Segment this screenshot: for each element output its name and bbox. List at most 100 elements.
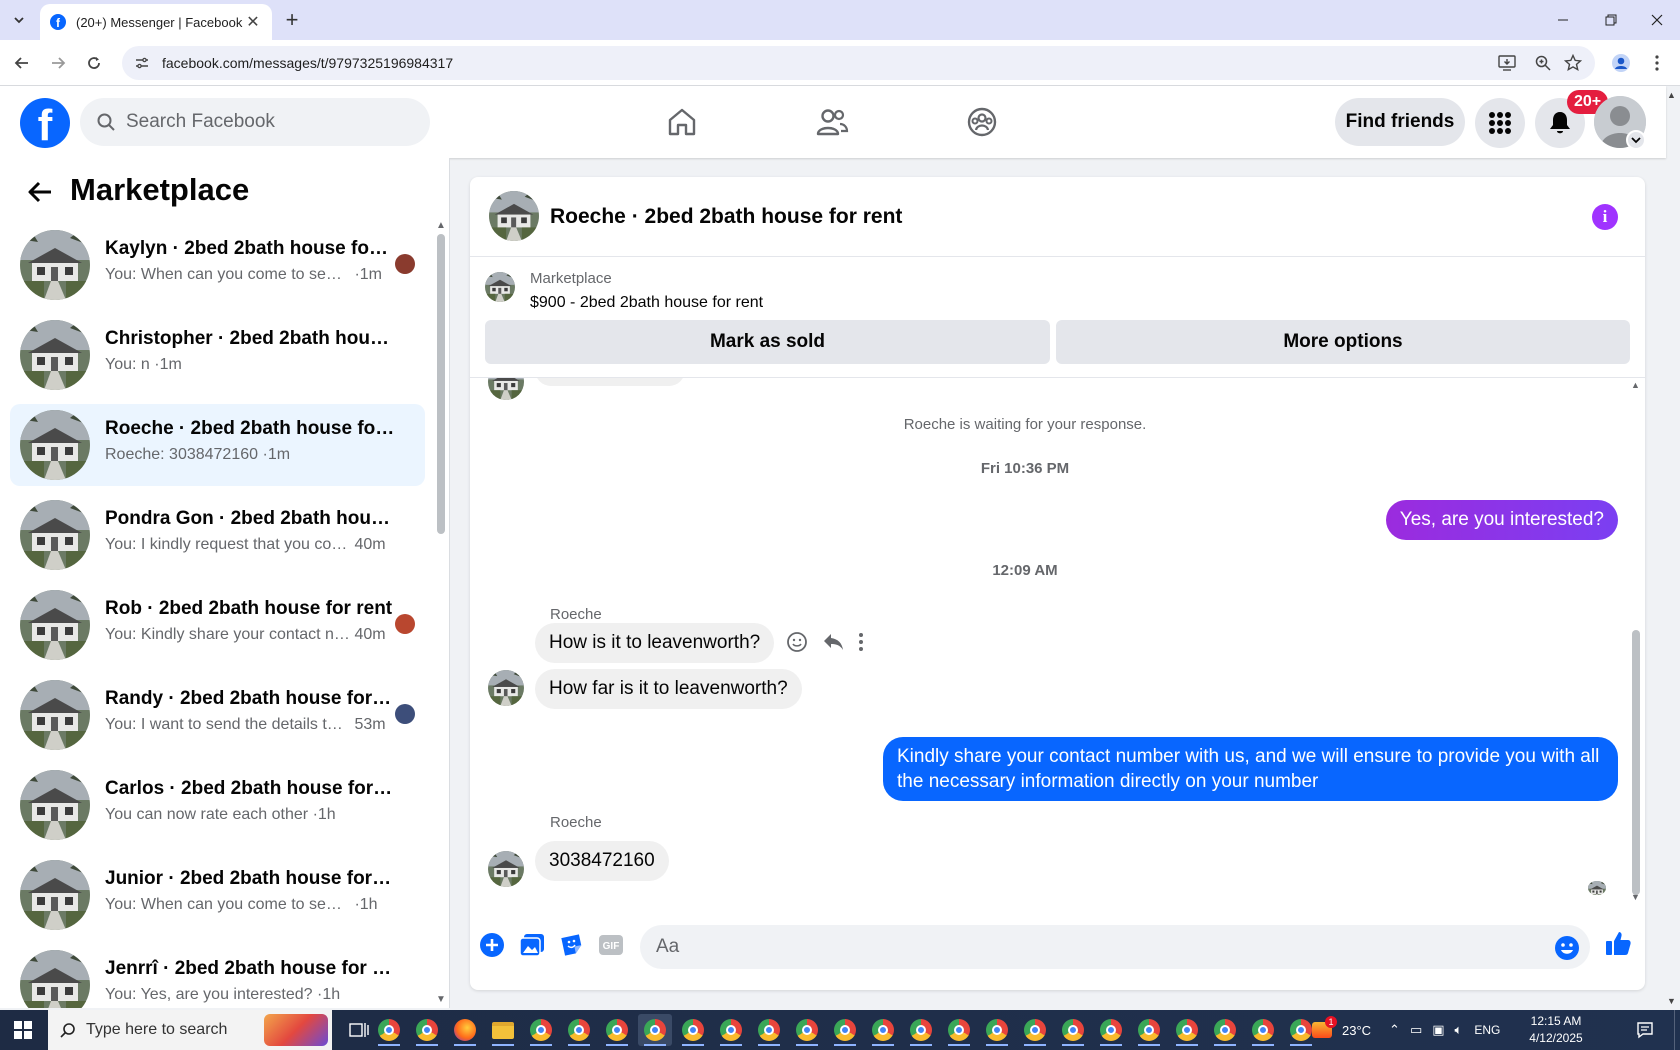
- gif-icon[interactable]: GIF: [597, 931, 625, 959]
- chrome-taskbar-icon[interactable]: [1056, 1014, 1090, 1046]
- temperature[interactable]: 23°C: [1342, 1023, 1371, 1038]
- chrome-taskbar-icon[interactable]: [1246, 1014, 1280, 1046]
- chrome-taskbar-icon[interactable]: [410, 1014, 444, 1046]
- browser-menu-button[interactable]: [1645, 51, 1669, 75]
- chrome-taskbar-icon[interactable]: [600, 1014, 634, 1046]
- restore-button[interactable]: [1588, 6, 1634, 34]
- clock[interactable]: 12:15 AM 4/12/2025: [1516, 1013, 1596, 1047]
- chrome-taskbar-icon[interactable]: [752, 1014, 786, 1046]
- conversation-item-pondra[interactable]: Pondra Gon · 2bed 2bath house for rent Y…: [10, 494, 425, 576]
- emoji-icon[interactable]: [1554, 935, 1580, 961]
- meet-icon[interactable]: ▭: [1410, 1022, 1422, 1038]
- chrome-taskbar-icon[interactable]: [1018, 1014, 1052, 1046]
- more-options-button[interactable]: More options: [1056, 320, 1630, 364]
- page-scroll-up[interactable]: ▲: [1667, 90, 1676, 100]
- friends-nav-button[interactable]: [810, 100, 854, 144]
- tab-search-button[interactable]: [6, 8, 32, 32]
- message-input-box[interactable]: [640, 925, 1590, 969]
- show-desktop-button[interactable]: [1674, 1010, 1680, 1050]
- sticker-icon[interactable]: [558, 931, 586, 959]
- firefox-taskbar-icon[interactable]: [448, 1014, 482, 1046]
- sidebar-scrollbar-thumb[interactable]: [437, 234, 445, 534]
- chrome-taskbar-icon[interactable]: [942, 1014, 976, 1046]
- incoming-message[interactable]: How is it to leavenworth?: [535, 623, 775, 663]
- info-icon[interactable]: i: [1592, 204, 1618, 230]
- language-indicator[interactable]: ENG: [1474, 1023, 1500, 1037]
- conversation-item-kaylyn[interactable]: Kaylyn · 2bed 2bath house for rent You: …: [10, 224, 425, 306]
- chrome-taskbar-icon[interactable]: [714, 1014, 748, 1046]
- volume-icon[interactable]: 🔈︎: [1455, 1022, 1463, 1038]
- mark-as-sold-button[interactable]: Mark as sold: [485, 320, 1050, 364]
- outgoing-message[interactable]: Kindly share your contact number with us…: [883, 737, 1618, 801]
- scroll-up-arrow[interactable]: ▲: [436, 220, 446, 231]
- groups-nav-button[interactable]: [960, 100, 1004, 144]
- chrome-taskbar-icon[interactable]: [980, 1014, 1014, 1046]
- facebook-logo-icon[interactable]: f: [20, 98, 70, 148]
- taskbar-search[interactable]: [48, 1010, 332, 1050]
- reload-button[interactable]: [82, 51, 106, 75]
- thread-scroll-down[interactable]: ▼: [1631, 892, 1640, 902]
- minimize-button[interactable]: [1540, 6, 1586, 34]
- thread-scrollbar-thumb[interactable]: [1632, 630, 1640, 895]
- marketplace-listing-thumbnail[interactable]: [485, 272, 515, 302]
- chrome-taskbar-icon[interactable]: [524, 1014, 558, 1046]
- incoming-message[interactable]: 3038472160: [535, 841, 669, 881]
- facebook-search[interactable]: [80, 98, 430, 146]
- more-actions-plus-icon[interactable]: [478, 931, 506, 959]
- message-input[interactable]: [656, 936, 1516, 958]
- tab-close-icon[interactable]: ✕: [244, 12, 262, 32]
- new-tab-button[interactable]: +: [280, 9, 304, 31]
- conversation-item-roeche[interactable]: Roeche · 2bed 2bath house for rent Roech…: [10, 404, 425, 486]
- reply-icon[interactable]: [822, 632, 844, 652]
- chrome-taskbar-icon[interactable]: [676, 1014, 710, 1046]
- task-view-button[interactable]: [342, 1014, 376, 1046]
- profile-button[interactable]: [1609, 51, 1633, 75]
- menu-grid-button[interactable]: [1475, 98, 1525, 148]
- chat-title[interactable]: Roeche · 2bed 2bath house for rent: [550, 205, 902, 229]
- zoom-icon[interactable]: [1532, 53, 1554, 73]
- install-app-icon[interactable]: [1496, 53, 1518, 73]
- chat-listing-thumbnail[interactable]: [489, 191, 539, 241]
- back-arrow-button[interactable]: [26, 178, 54, 206]
- conversation-item-christopher[interactable]: Christopher · 2bed 2bath house for rent …: [10, 314, 425, 396]
- page-scroll-down[interactable]: ▼: [1667, 996, 1676, 1006]
- conversation-item-junior[interactable]: Junior · 2bed 2bath house for rent You: …: [10, 854, 425, 936]
- tray-overflow-icon[interactable]: ⌃: [1389, 1022, 1400, 1038]
- taskbar-search-input[interactable]: [86, 1021, 266, 1039]
- conversation-item-randy[interactable]: Randy · 2bed 2bath house for rent You: I…: [10, 674, 425, 756]
- more-actions-icon[interactable]: [858, 632, 864, 652]
- chrome-taskbar-icon[interactable]: [1094, 1014, 1128, 1046]
- address-bar[interactable]: facebook.com/messages/t/9797325196984317: [122, 46, 1595, 80]
- close-window-button[interactable]: [1634, 6, 1680, 34]
- chrome-taskbar-icon[interactable]: [372, 1014, 406, 1046]
- listing-price-title[interactable]: $900 - 2bed 2bath house for rent: [530, 294, 763, 312]
- chrome-taskbar-icon[interactable]: [562, 1014, 596, 1046]
- outgoing-message[interactable]: Yes, are you interested?: [1385, 500, 1618, 540]
- chrome-taskbar-icon[interactable]: [1170, 1014, 1204, 1046]
- forward-button[interactable]: [46, 51, 70, 75]
- network-icon[interactable]: ▣: [1432, 1022, 1444, 1038]
- chrome-taskbar-icon[interactable]: [638, 1014, 672, 1046]
- chrome-taskbar-icon[interactable]: [866, 1014, 900, 1046]
- chrome-taskbar-icon[interactable]: [790, 1014, 824, 1046]
- react-emoji-icon[interactable]: [786, 631, 808, 653]
- weather-icon[interactable]: 1: [1312, 1016, 1337, 1038]
- attach-photo-icon[interactable]: [518, 931, 546, 959]
- chrome-taskbar-icon[interactable]: [828, 1014, 862, 1046]
- home-nav-button[interactable]: [660, 100, 704, 144]
- chrome-taskbar-icon[interactable]: [1132, 1014, 1166, 1046]
- conversation-item-carlos[interactable]: Carlos · 2bed 2bath house for rent You c…: [10, 764, 425, 846]
- chrome-taskbar-icon[interactable]: [904, 1014, 938, 1046]
- incoming-message[interactable]: How far is it to leavenworth?: [535, 669, 802, 709]
- bookmark-star-icon[interactable]: [1562, 53, 1584, 73]
- browser-tab-active[interactable]: f (20+) Messenger | Facebook ✕: [40, 4, 272, 40]
- chrome-taskbar-icon[interactable]: [1208, 1014, 1242, 1046]
- conversation-item-rob[interactable]: Rob · 2bed 2bath house for rent You: Kin…: [10, 584, 425, 666]
- like-thumb-icon[interactable]: [1602, 927, 1634, 959]
- file-explorer-taskbar-icon[interactable]: [486, 1014, 520, 1046]
- notification-center-button[interactable]: [1628, 1014, 1662, 1046]
- conversation-item-jenrrî[interactable]: Jenrrî · 2bed 2bath house for rent You: …: [10, 944, 425, 1008]
- find-friends-button[interactable]: Find friends: [1335, 98, 1465, 146]
- account-menu-chevron[interactable]: [1626, 130, 1646, 150]
- scroll-down-arrow[interactable]: ▼: [436, 994, 446, 1005]
